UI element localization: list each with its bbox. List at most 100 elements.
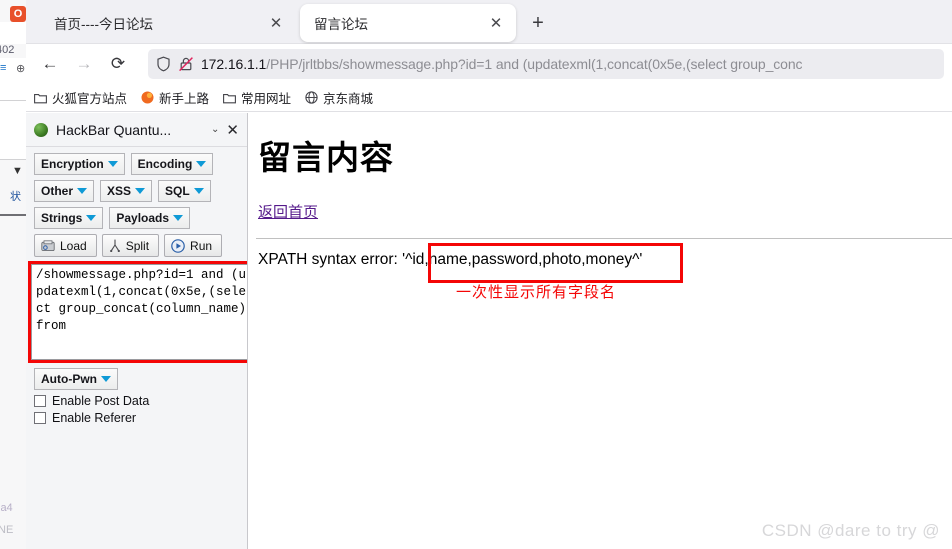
tab-title: 首页----今日论坛 xyxy=(54,17,153,32)
globe-icon xyxy=(305,91,318,104)
close-icon[interactable]: ✕ xyxy=(226,121,239,139)
chevron-down-icon xyxy=(173,215,184,221)
hackbar-title: HackBar Quantu... xyxy=(56,121,172,138)
tab-home-forum[interactable]: 首页----今日论坛 ✕ xyxy=(40,5,296,41)
payloads-menu-button[interactable]: Payloads xyxy=(109,207,191,229)
chevron-down-icon[interactable]: ⌄ xyxy=(211,124,219,135)
hackbar-sidebar: HackBar Quantu... ⌄ ✕ Encryption Encodin… xyxy=(26,113,248,549)
tab-title: 留言论坛 xyxy=(314,17,368,32)
tab-close-icon[interactable]: ✕ xyxy=(486,13,506,33)
hackbar-logo-icon xyxy=(34,122,48,137)
sql-menu-button[interactable]: SQL xyxy=(158,180,211,202)
web-page-content: 留言内容 返回首页 XPATH syntax error: '^id,name,… xyxy=(248,113,952,549)
content-area: HackBar Quantu... ⌄ ✕ Encryption Encodin… xyxy=(26,113,952,549)
button-label: Split xyxy=(125,238,150,253)
new-tab-button[interactable]: + xyxy=(526,11,550,35)
other-menu-button[interactable]: Other xyxy=(34,180,95,202)
hackbar-header: HackBar Quantu... ⌄ ✕ xyxy=(26,113,247,147)
enable-post-data-row[interactable]: Enable Post Data xyxy=(34,394,247,408)
browser-window: 首页----今日论坛 ✕ 留言论坛 ✕ + ← → ⟳ 172.16.1.1/P… xyxy=(26,0,952,549)
address-bar[interactable]: 172.16.1.1/PHP/jrltbbs/showmessage.php?i… xyxy=(148,49,944,79)
button-label: Encoding xyxy=(137,157,193,171)
xss-menu-button[interactable]: XSS xyxy=(100,180,153,202)
bookmark-newbie[interactable]: 新手上路 xyxy=(141,88,209,107)
background-fragment-402: 402 xyxy=(0,44,15,56)
request-textarea-highlight: /showmessage.php?id=1 and (updatexml(1,c… xyxy=(28,261,247,363)
url-host: 172.16.1.1 xyxy=(201,56,267,72)
screenshot-root: O 402 ≡ ⊕ ▼ 状 la4 NE 首页----今日论坛 ✕ 留言论坛 ✕… xyxy=(0,0,952,549)
background-fragment-glyph-c: 状 xyxy=(10,191,21,203)
reload-icon[interactable]: ⟳ xyxy=(102,49,134,79)
enable-referer-row[interactable]: Enable Referer xyxy=(34,411,247,425)
button-label: XSS xyxy=(107,184,132,198)
bookmark-common-sites[interactable]: 常用网址 xyxy=(223,88,291,107)
button-label: Other xyxy=(41,184,74,198)
tab-message-forum[interactable]: 留言论坛 ✕ xyxy=(300,4,516,42)
shield-icon xyxy=(156,56,171,72)
back-icon[interactable]: ← xyxy=(34,49,66,79)
bookmarks-bar: 火狐官方站点 新手上路 常用网址 京东商城 xyxy=(26,84,952,112)
background-app-logo: O xyxy=(10,6,26,22)
background-fragment-glyph-b: ⊕ xyxy=(16,63,26,75)
button-label: Load xyxy=(60,238,87,253)
forward-icon[interactable]: → xyxy=(68,49,100,79)
hackbar-body: Encryption Encoding Other XSS SQL String… xyxy=(26,147,247,425)
enable-referer-checkbox[interactable] xyxy=(34,412,46,424)
encoding-menu-button[interactable]: Encoding xyxy=(130,153,214,175)
bookmark-label: 常用网址 xyxy=(241,92,292,106)
button-label: Encryption xyxy=(41,157,104,171)
annotation-text: 一次性显示所有字段名 xyxy=(456,284,617,301)
strings-menu-button[interactable]: Strings xyxy=(34,207,104,229)
tab-strip: 首页----今日论坛 ✕ 留言论坛 ✕ + xyxy=(26,0,952,44)
run-icon xyxy=(171,238,185,253)
hackbar-menu-row-3: Strings Payloads xyxy=(34,207,247,229)
bookmark-label: 火狐官方站点 xyxy=(52,92,128,106)
folder-icon xyxy=(223,92,236,104)
split-button[interactable]: Split xyxy=(101,234,160,257)
hackbar-action-row: Load Split Run xyxy=(34,234,247,257)
split-icon xyxy=(109,239,121,252)
chevron-down-icon xyxy=(107,161,118,167)
encryption-menu-button[interactable]: Encryption xyxy=(34,153,125,175)
auto-pwn-button[interactable]: Auto-Pwn xyxy=(34,368,118,390)
load-icon xyxy=(41,239,55,252)
load-button[interactable]: Load xyxy=(34,234,97,257)
back-to-home-link[interactable]: 返回首页 xyxy=(258,201,318,222)
chevron-down-icon xyxy=(196,161,207,167)
navigation-toolbar: ← → ⟳ 172.16.1.1/PHP/jrltbbs/showmessage xyxy=(26,44,952,84)
background-fragment-la4: la4 xyxy=(0,502,13,514)
background-fragment-glyph-a: ≡ xyxy=(0,62,7,74)
horizontal-rule xyxy=(256,238,952,239)
error-text: XPATH syntax error: '^id,name,password,p… xyxy=(258,251,643,268)
background-dropdown-caret: ▼ xyxy=(12,165,23,177)
chevron-down-icon xyxy=(77,188,88,194)
insecure-connection-icon[interactable] xyxy=(178,56,194,72)
bookmark-label: 新手上路 xyxy=(159,92,210,106)
run-button[interactable]: Run xyxy=(164,234,223,257)
page-title: 留言内容 xyxy=(258,139,394,176)
enable-post-data-checkbox[interactable] xyxy=(34,395,46,407)
watermark: CSDN @dare to try @ xyxy=(761,521,940,540)
tab-close-icon[interactable]: ✕ xyxy=(266,13,286,33)
url-path: /PHP/jrltbbs/showmessage.php?id=1 and (u… xyxy=(266,56,803,72)
hackbar-menu-row-1: Encryption Encoding xyxy=(34,153,247,175)
folder-icon xyxy=(34,92,47,104)
url-text: 172.16.1.1/PHP/jrltbbs/showmessage.php?i… xyxy=(201,56,802,72)
xpath-error-message: XPATH syntax error: '^id,name,password,p… xyxy=(258,243,683,283)
chevron-down-icon xyxy=(101,376,111,382)
hackbar-menu-row-2: Other XSS SQL xyxy=(34,180,247,202)
chevron-down-icon xyxy=(135,188,146,194)
request-textarea[interactable]: /showmessage.php?id=1 and (updatexml(1,c… xyxy=(31,264,247,360)
button-label: SQL xyxy=(165,184,190,198)
button-label: Run xyxy=(190,238,213,253)
chevron-down-icon xyxy=(86,215,97,221)
button-label: Payloads xyxy=(116,211,170,225)
autopwn-row: Auto-Pwn xyxy=(34,368,247,390)
button-label: Auto-Pwn xyxy=(41,372,97,386)
checkbox-label: Enable Post Data xyxy=(52,394,150,408)
background-fragment-ne: NE xyxy=(0,524,14,536)
bookmark-firefox-official[interactable]: 火狐官方站点 xyxy=(34,88,127,107)
button-label: Strings xyxy=(41,211,83,225)
checkbox-label: Enable Referer xyxy=(52,411,137,425)
bookmark-jd-mall[interactable]: 京东商城 xyxy=(305,88,373,107)
